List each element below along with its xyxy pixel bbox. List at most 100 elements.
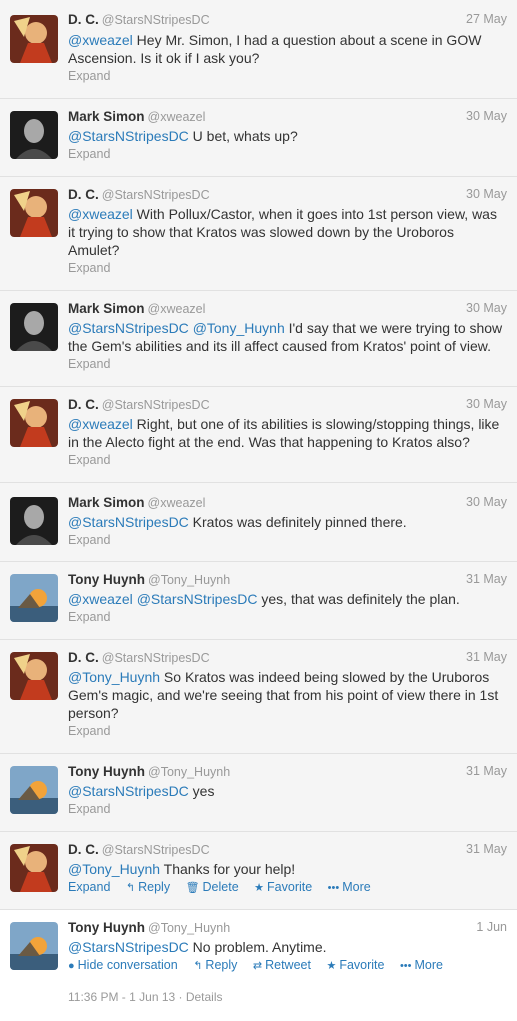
- author-name[interactable]: Tony Huynh: [68, 764, 145, 779]
- author-name[interactable]: Tony Huynh: [68, 572, 145, 587]
- timestamp[interactable]: 31 May: [466, 764, 507, 778]
- tweet[interactable]: Tony Huynh @Tony_Huynh 31 May @xweazel @S…: [0, 562, 517, 640]
- expand-link[interactable]: Expand: [68, 261, 110, 275]
- mention-link[interactable]: @StarsNStripesDC: [68, 128, 189, 144]
- expand-link[interactable]: Expand: [68, 357, 110, 371]
- author-handle[interactable]: @StarsNStripesDC: [102, 398, 210, 412]
- tweet[interactable]: D. C. @StarsNStripesDC 30 May @xweazel Wi…: [0, 177, 517, 291]
- mention-link[interactable]: @xweazel: [68, 32, 133, 48]
- avatar[interactable]: [10, 303, 58, 351]
- expand-link[interactable]: Expand: [68, 147, 110, 161]
- timestamp[interactable]: 30 May: [466, 301, 507, 315]
- tweet[interactable]: Tony Huynh @Tony_Huynh 31 May @StarsNStri…: [0, 754, 517, 832]
- avatar[interactable]: [10, 844, 58, 892]
- tweet[interactable]: D. C. @StarsNStripesDC 31 May @Tony_Huynh…: [0, 640, 517, 754]
- timestamp[interactable]: 30 May: [466, 187, 507, 201]
- author-handle[interactable]: @xweazel: [148, 110, 206, 124]
- more-button[interactable]: ••• More: [400, 958, 443, 972]
- expand-link[interactable]: Expand: [68, 802, 110, 816]
- tweet-actions: Expand: [68, 802, 122, 816]
- avatar[interactable]: [10, 111, 58, 159]
- mention-link[interactable]: @Tony_Huynh: [193, 320, 285, 336]
- avatar[interactable]: [10, 652, 58, 700]
- more-dots-icon: •••: [399, 960, 412, 972]
- tweet-details-link[interactable]: 11:36 PM - 1 Jun 13 · Details: [68, 990, 223, 1004]
- timestamp[interactable]: 30 May: [466, 397, 507, 411]
- author-handle[interactable]: @Tony_Huynh: [148, 765, 230, 779]
- author-name[interactable]: Tony Huynh: [68, 920, 145, 935]
- tweet[interactable]: Mark Simon @xweazel 30 May @StarsNStripes…: [0, 291, 517, 387]
- author-handle[interactable]: @StarsNStripesDC: [102, 13, 210, 27]
- author-handle[interactable]: @Tony_Huynh: [148, 921, 230, 935]
- tweet[interactable]: D. C. @StarsNStripesDC 30 May @xweazel Ri…: [0, 387, 517, 483]
- expand-link[interactable]: Expand: [68, 724, 110, 738]
- mention-link[interactable]: @StarsNStripesDC: [68, 783, 189, 799]
- retweet-button[interactable]: ⇄ Retweet: [253, 958, 311, 972]
- timestamp[interactable]: 30 May: [466, 495, 507, 509]
- favorite-button[interactable]: ★ Favorite: [254, 880, 312, 894]
- mention-link[interactable]: @Tony_Huynh: [68, 669, 160, 685]
- delete-button[interactable]: 🗑︎ Delete: [186, 880, 239, 894]
- expand-link[interactable]: Expand: [68, 453, 110, 467]
- timestamp[interactable]: 31 May: [466, 572, 507, 586]
- tweet[interactable]: D. C. @StarsNStripesDC 27 May @xweazel He…: [0, 0, 517, 99]
- mention-link[interactable]: @StarsNStripesDC: [137, 591, 258, 607]
- expand-link[interactable]: Expand: [68, 880, 110, 894]
- tweet-text: @StarsNStripesDC @Tony_Huynh I'd say tha…: [68, 320, 503, 354]
- avatar[interactable]: [10, 189, 58, 237]
- author-handle[interactable]: @Tony_Huynh: [148, 573, 230, 587]
- tweet-text: @xweazel @StarsNStripesDC yes, that was …: [68, 591, 460, 607]
- author-name[interactable]: D. C.: [68, 12, 99, 27]
- tweet-text: @StarsNStripesDC No problem. Anytime.: [68, 939, 327, 955]
- tweet[interactable]: Mark Simon @xweazel 30 May @StarsNStripes…: [0, 99, 517, 177]
- timestamp[interactable]: 31 May: [466, 842, 507, 856]
- avatar[interactable]: [10, 15, 58, 63]
- timestamp[interactable]: 1 Jun: [476, 920, 507, 934]
- author-name[interactable]: Mark Simon: [68, 109, 145, 124]
- author-name[interactable]: D. C.: [68, 650, 99, 665]
- timestamp[interactable]: 31 May: [466, 650, 507, 664]
- author-name[interactable]: D. C.: [68, 187, 99, 202]
- hide-conversation-link[interactable]: ● Hide conversation: [68, 958, 178, 972]
- author-name[interactable]: Mark Simon: [68, 495, 145, 510]
- author-handle[interactable]: @StarsNStripesDC: [102, 188, 210, 202]
- avatar[interactable]: [10, 399, 58, 447]
- reply-button[interactable]: ↰ Reply: [193, 958, 237, 972]
- tweet-expanded[interactable]: Tony Huynh @Tony_Huynh 1 Jun @StarsNStrip…: [0, 910, 517, 1021]
- mention-link[interactable]: @StarsNStripesDC: [68, 939, 189, 955]
- mention-link[interactable]: @StarsNStripesDC: [68, 320, 189, 336]
- expand-link[interactable]: Expand: [68, 69, 110, 83]
- tweet-actions: Expand: [68, 357, 122, 371]
- tweet-header: D. C. @StarsNStripesDC 31 May: [68, 650, 507, 668]
- author-handle[interactable]: @xweazel: [148, 302, 206, 316]
- mention-link[interactable]: @xweazel: [68, 416, 133, 432]
- author-name[interactable]: D. C.: [68, 842, 99, 857]
- avatar[interactable]: [10, 766, 58, 814]
- tweet-text: @xweazel Right, but one of its abilities…: [68, 416, 500, 450]
- mention-link[interactable]: @Tony_Huynh: [68, 861, 160, 877]
- expand-link[interactable]: Expand: [68, 533, 110, 547]
- author-handle[interactable]: @StarsNStripesDC: [102, 843, 210, 857]
- author-name[interactable]: D. C.: [68, 397, 99, 412]
- avatar[interactable]: [10, 497, 58, 545]
- tweet-actions: Expand: [68, 147, 122, 161]
- more-button[interactable]: ••• More: [328, 880, 371, 894]
- mention-link[interactable]: @xweazel: [68, 591, 133, 607]
- expand-link[interactable]: Expand: [68, 610, 110, 624]
- reply-button[interactable]: ↰ Reply: [126, 880, 170, 894]
- avatar[interactable]: [10, 574, 58, 622]
- avatar[interactable]: [10, 922, 58, 970]
- author-name[interactable]: Mark Simon: [68, 301, 145, 316]
- tweet[interactable]: Mark Simon @xweazel 30 May @StarsNStripes…: [0, 483, 517, 562]
- mention-link[interactable]: @StarsNStripesDC: [68, 514, 189, 530]
- timestamp[interactable]: 30 May: [466, 109, 507, 123]
- speech-bubble-icon: ●: [68, 960, 75, 972]
- favorite-button[interactable]: ★ Favorite: [326, 958, 384, 972]
- timestamp[interactable]: 27 May: [466, 12, 507, 26]
- tweet[interactable]: D. C. @StarsNStripesDC 31 May @Tony_Huynh…: [0, 832, 517, 910]
- author-handle[interactable]: @StarsNStripesDC: [102, 651, 210, 665]
- tweet-text: @Tony_Huynh Thanks for your help!: [68, 861, 296, 877]
- author-handle[interactable]: @xweazel: [148, 496, 206, 510]
- mention-link[interactable]: @xweazel: [68, 206, 133, 222]
- tweet-actions: Expand: [68, 724, 122, 738]
